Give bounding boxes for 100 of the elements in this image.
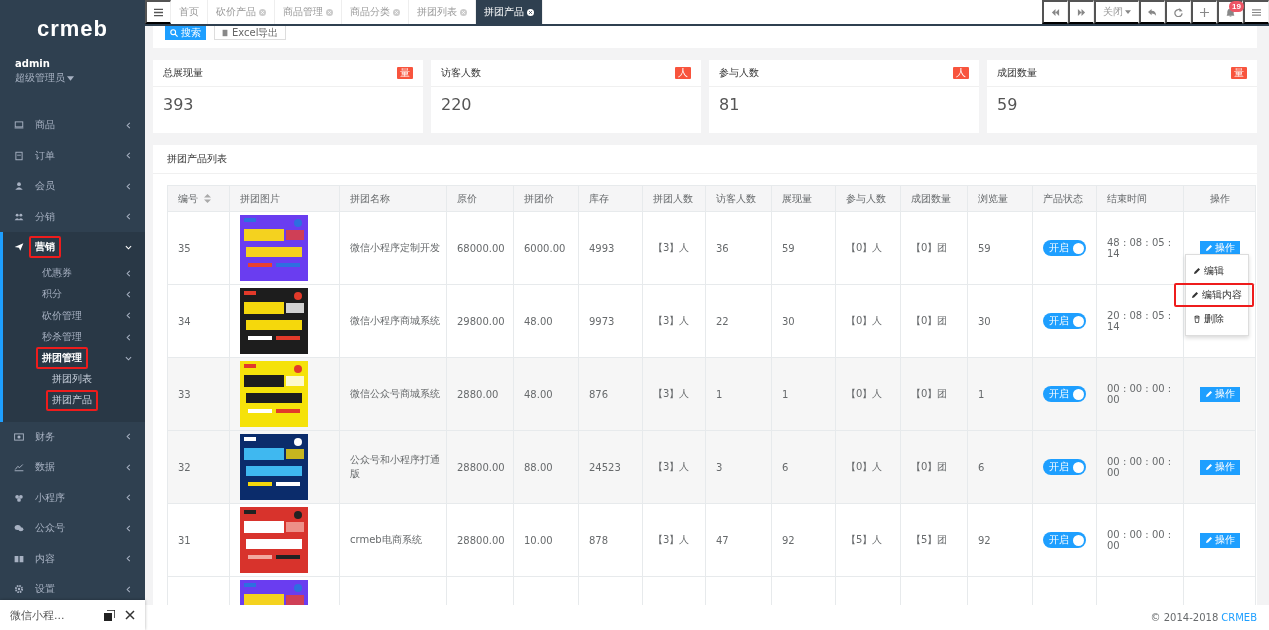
table-cell: 33 bbox=[167, 357, 230, 431]
restore-icon[interactable] bbox=[104, 609, 115, 621]
table-cell: 59 bbox=[967, 211, 1033, 285]
tab[interactable]: 拼团产品 bbox=[476, 0, 543, 24]
submenu-item[interactable]: 积分 bbox=[36, 283, 68, 306]
table-cell: 35 bbox=[167, 211, 230, 285]
close-icon[interactable] bbox=[527, 8, 534, 16]
table-cell: 3 bbox=[705, 430, 772, 504]
table-cell: 【3】人 bbox=[642, 211, 706, 285]
stat-title: 成团数量 bbox=[997, 66, 1037, 80]
table-title: 拼团产品列表 bbox=[167, 152, 227, 166]
table-cell: 【3】人 bbox=[642, 430, 706, 504]
submenu-item[interactable]: 拼团管理 bbox=[36, 347, 88, 370]
table-cell: 36 bbox=[705, 211, 772, 285]
status-toggle[interactable]: 开启 bbox=[1043, 386, 1086, 402]
search-button[interactable]: 搜索 bbox=[165, 26, 206, 40]
scroll-left-button[interactable] bbox=[1042, 0, 1068, 24]
pencil-icon bbox=[1204, 536, 1213, 544]
double-left-icon bbox=[1051, 7, 1060, 17]
column-header: 拼团人数 bbox=[642, 185, 706, 212]
table-cell: 92 bbox=[771, 503, 836, 577]
stat-value: 59 bbox=[997, 95, 1018, 114]
chat-bubbles-icon bbox=[14, 523, 24, 534]
menu-item[interactable]: 订单 bbox=[29, 144, 61, 167]
line-chart-icon bbox=[14, 462, 24, 473]
menu-item[interactable]: 内容 bbox=[29, 547, 61, 570]
status-toggle[interactable]: 开启 bbox=[1043, 459, 1086, 475]
table-cell: 10.00 bbox=[513, 503, 579, 577]
table-cell: 92 bbox=[967, 503, 1033, 577]
chevron-left-icon bbox=[125, 524, 132, 532]
user-role[interactable]: 超级管理员 bbox=[15, 71, 65, 85]
menu-option[interactable]: 编辑 bbox=[1186, 259, 1248, 283]
menu-item[interactable]: 财务 bbox=[29, 425, 61, 448]
action-button[interactable]: 操作 bbox=[1199, 386, 1240, 402]
scroll-right-button[interactable] bbox=[1068, 0, 1094, 24]
table-cell: 【3】人 bbox=[642, 357, 706, 431]
tab[interactable]: 商品分类 bbox=[342, 0, 409, 24]
panel-button[interactable] bbox=[1243, 0, 1269, 24]
menu-option[interactable]: 编辑内容 bbox=[1174, 283, 1254, 307]
table-cell: 1 bbox=[771, 357, 836, 431]
menu-item[interactable]: 小程序 bbox=[29, 486, 71, 509]
status-toggle[interactable]: 开启 bbox=[1043, 240, 1086, 256]
table-cell: 876 bbox=[578, 357, 643, 431]
menu-item[interactable]: 数据 bbox=[29, 456, 61, 479]
chevron-left-icon bbox=[125, 333, 132, 341]
menu-option[interactable]: 删除 bbox=[1186, 307, 1248, 331]
window-title: 微信小程... bbox=[10, 607, 66, 623]
table-cell: 31 bbox=[167, 503, 230, 577]
table-cell: 【5】团 bbox=[900, 503, 968, 577]
menu-item[interactable]: 会员 bbox=[29, 175, 61, 198]
status-toggle[interactable]: 开启 bbox=[1043, 532, 1086, 548]
footer-link[interactable]: CRMEB bbox=[1221, 612, 1257, 623]
refresh-button[interactable] bbox=[1165, 0, 1191, 24]
table-cell: 00 : 00 : 00 : 00 bbox=[1096, 503, 1184, 577]
column-header: 浏览量 bbox=[967, 185, 1033, 212]
fullscreen-button[interactable] bbox=[1191, 0, 1217, 24]
move-icon bbox=[1200, 7, 1209, 17]
menu-item[interactable]: 分销 bbox=[29, 205, 61, 228]
submenu-item[interactable]: 拼团产品 bbox=[46, 390, 98, 412]
status-toggle[interactable]: 开启 bbox=[1043, 313, 1086, 329]
column-header: 拼团价 bbox=[513, 185, 579, 212]
menu-item[interactable]: 公众号 bbox=[29, 517, 71, 540]
table-cell: 2880.00 bbox=[446, 357, 514, 431]
file-icon bbox=[221, 28, 229, 37]
close-icon[interactable] bbox=[125, 610, 135, 620]
table-cell: 24523 bbox=[578, 430, 643, 504]
table-cell: 【0】人 bbox=[835, 284, 901, 358]
menu-item[interactable]: 营销 bbox=[29, 236, 61, 259]
submenu-item[interactable]: 优惠券 bbox=[36, 262, 78, 285]
chevron-left-icon bbox=[125, 290, 132, 298]
menu-item[interactable]: 商品 bbox=[29, 114, 61, 137]
submenu-item[interactable]: 砍价管理 bbox=[36, 304, 88, 327]
column-header[interactable]: 编号 bbox=[167, 185, 230, 212]
back-button[interactable] bbox=[1139, 0, 1165, 24]
menu-item[interactable]: 设置 bbox=[29, 578, 61, 601]
double-right-icon bbox=[1077, 7, 1086, 17]
table-cell: 微信小程序定制开发 bbox=[339, 211, 447, 285]
tab[interactable]: 砍价产品 bbox=[208, 0, 275, 24]
minimized-window[interactable]: 微信小程... bbox=[0, 600, 145, 630]
table-cell: 6000.00 bbox=[513, 211, 579, 285]
table-cell: 9973 bbox=[578, 284, 643, 358]
tab[interactable]: 首页 bbox=[171, 0, 208, 24]
stat-badge: 人 bbox=[675, 67, 691, 79]
menu-button[interactable] bbox=[145, 0, 171, 24]
table-cell: crmeb电商系统 bbox=[339, 503, 447, 577]
export-button[interactable]: Excel导出 bbox=[214, 26, 286, 40]
submenu-item[interactable]: 拼团列表 bbox=[46, 369, 98, 391]
notification-button[interactable]: 19 bbox=[1217, 0, 1243, 24]
chevron-left-icon bbox=[125, 433, 132, 441]
close-dropdown[interactable]: 关闭 bbox=[1094, 0, 1139, 24]
action-button[interactable]: 操作 bbox=[1199, 532, 1240, 548]
table-cell: 【0】团 bbox=[900, 211, 968, 285]
action-button[interactable]: 操作 bbox=[1199, 459, 1240, 475]
chevron-left-icon bbox=[125, 494, 132, 502]
caret-icon bbox=[1125, 10, 1131, 14]
submenu-item[interactable]: 秒杀管理 bbox=[36, 326, 88, 349]
column-header: 结束时间 bbox=[1096, 185, 1184, 212]
table-cell: 30 bbox=[967, 284, 1033, 358]
tab[interactable]: 商品管理 bbox=[275, 0, 342, 24]
table-cell: 22 bbox=[705, 284, 772, 358]
